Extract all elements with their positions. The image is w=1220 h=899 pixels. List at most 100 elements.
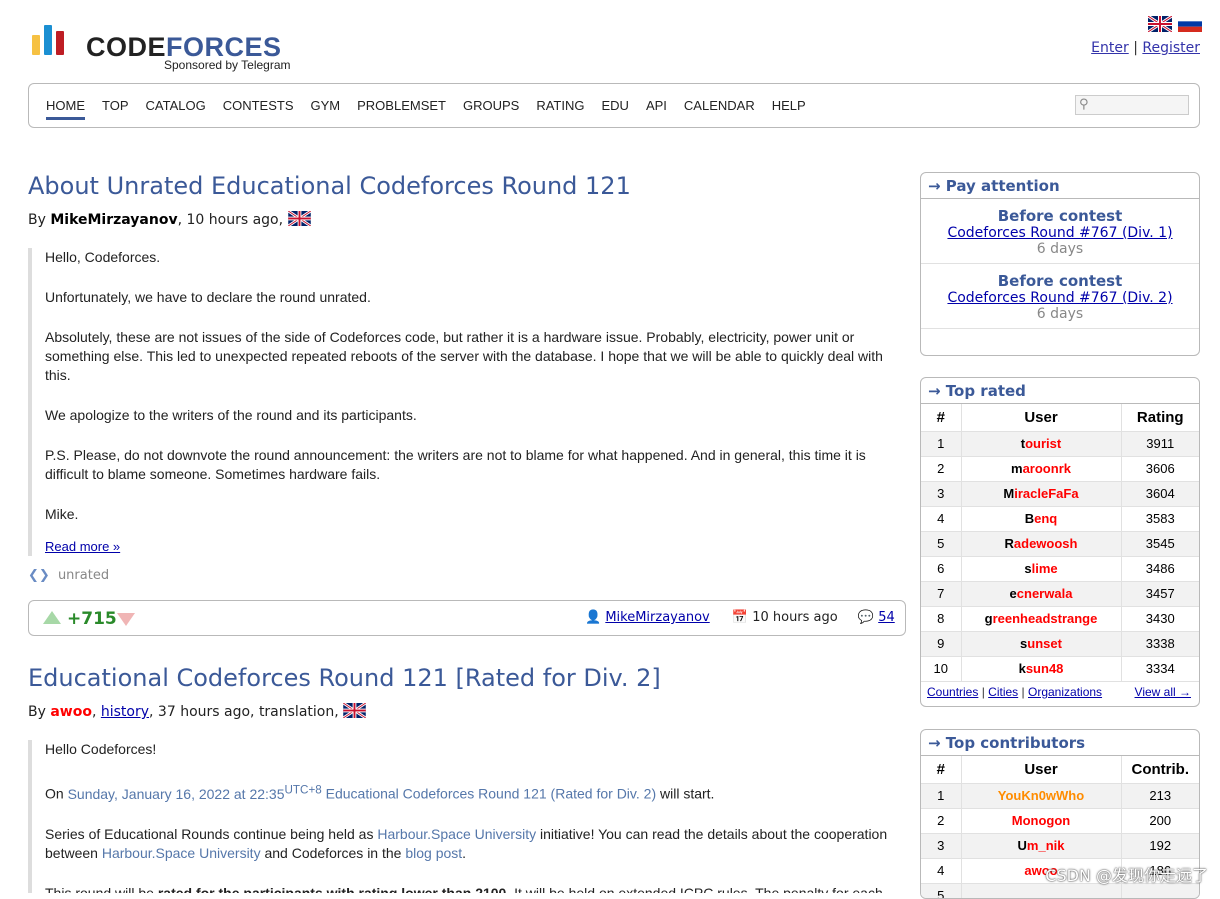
countdown-text: 6 days (1036, 241, 1084, 257)
comments-link[interactable]: 54 (878, 610, 895, 625)
tag-unrated[interactable]: unrated (58, 568, 109, 583)
column-header: # (921, 756, 962, 784)
table-row: 1 tourist 3911 (921, 431, 1199, 457)
table-row: 1 YouKn0wWho 213 (921, 783, 1199, 809)
harbour-space-link-2[interactable]: Harbour.Space University (102, 845, 261, 861)
top-rated-title: → Top rated (921, 378, 1199, 404)
top-rated-footer: Countries | Cities | Organizations View … (927, 684, 1191, 699)
logo-bars-icon (32, 25, 76, 55)
vote-score: +715 (67, 609, 117, 629)
menu-item-home[interactable]: HOME (46, 98, 85, 120)
pay-attention-box: → Pay attention Before contest Codeforce… (920, 172, 1200, 356)
post-paragraph: This round will be rated for the partici… (45, 884, 883, 893)
post-paragraph: P.S. Please, do not downvote the round a… (45, 447, 866, 482)
cities-link[interactable]: Cities (988, 685, 1018, 699)
organizations-link[interactable]: Organizations (1028, 685, 1102, 699)
menu-item-api[interactable]: API (646, 98, 667, 120)
countries-link[interactable]: Countries (927, 685, 978, 699)
table-row: 6 slime 3486 (921, 556, 1199, 582)
user-icon: 👤 (585, 610, 602, 625)
harbour-space-link[interactable]: Harbour.Space University (377, 826, 536, 842)
post-title[interactable]: Educational Codeforces Round 121 [Rated … (28, 664, 661, 692)
table-row: 5 Radewoosh 3545 (921, 531, 1199, 557)
post-byline: By awoo, history, 37 hours ago, translat… (28, 701, 367, 720)
post-author-link[interactable]: awoo (50, 704, 92, 720)
menu-item-groups[interactable]: GROUPS (463, 98, 519, 120)
main-menu: HOME TOP CATALOG CONTESTS GYM PROBLEMSET… (28, 83, 1200, 128)
user-link[interactable]: YouKn0wWho (961, 783, 1122, 809)
contest-link[interactable]: Codeforces Round #767 (Div. 2) (921, 290, 1199, 306)
top-rated-box: → Top rated # User Rating 1 tourist 3911 2… (920, 377, 1200, 707)
menu-item-gym[interactable]: GYM (311, 98, 341, 120)
table-row: 7 ecnerwala 3457 (921, 581, 1199, 607)
table-row: 4 Benq 3583 (921, 506, 1199, 532)
user-link[interactable]: Monogon (961, 808, 1122, 834)
footer-author-link[interactable]: MikeMirzayanov (605, 610, 709, 625)
history-link[interactable]: history (101, 704, 149, 720)
user-link[interactable]: sunset (961, 631, 1122, 657)
post-paragraph: Hello Codeforces! (45, 741, 157, 757)
downvote-icon[interactable] (117, 613, 135, 626)
contest-link[interactable]: Codeforces Round #767 (Div. 1) (921, 225, 1199, 241)
menu-item-edu[interactable]: EDU (601, 98, 628, 120)
attention-heading: Before contest (997, 272, 1123, 290)
post-content: Hello, Codeforces. Unfortunately, we hav… (28, 248, 898, 556)
menu-item-catalog[interactable]: CATALOG (146, 98, 206, 120)
column-header: Contrib. (1121, 756, 1199, 784)
table-header-row: # User Rating (921, 404, 1199, 432)
table-row: 8 greenheadstrange 3430 (921, 606, 1199, 632)
post-title[interactable]: About Unrated Educational Codeforces Rou… (28, 172, 631, 200)
user-link[interactable]: Radewoosh (961, 531, 1122, 557)
menu-item-contests[interactable]: CONTESTS (223, 98, 294, 120)
calendar-icon: 📅 (731, 610, 749, 625)
post-content: Hello Codeforces! On Sunday, January 16,… (28, 740, 898, 893)
enter-link[interactable]: Enter (1091, 40, 1129, 56)
blog-post-link[interactable]: blog post (405, 845, 462, 861)
auth-separator: | (1133, 40, 1138, 56)
user-link[interactable]: greenheadstrange (961, 606, 1122, 632)
user-link[interactable]: tourist (961, 431, 1122, 457)
tag-icon: ❮❯ (28, 568, 50, 583)
search-input[interactable]: ⚲ (1075, 95, 1189, 115)
menu-item-top[interactable]: TOP (102, 98, 129, 120)
comments-icon: 💬 (857, 610, 875, 625)
table-row: 9 sunset 3338 (921, 631, 1199, 657)
menu-item-rating[interactable]: RATING (536, 98, 584, 120)
table-row: 3 Um_nik 192 (921, 833, 1199, 859)
post-paragraph: On Sunday, January 16, 2022 at 22:35UTC+… (45, 783, 715, 802)
watermark-text: CSDN @发现你走远了 (1045, 866, 1208, 885)
menu-item-help[interactable]: HELP (772, 98, 806, 120)
user-link[interactable]: Benq (961, 506, 1122, 532)
search-icon: ⚲ (1079, 97, 1089, 112)
post-author-link[interactable]: MikeMirzayanov (50, 212, 177, 228)
user-link[interactable]: maroonrk (961, 456, 1122, 482)
contest-link[interactable]: Educational Codeforces Round 121 (Rated … (322, 786, 657, 802)
user-link[interactable]: slime (961, 556, 1122, 582)
register-link[interactable]: Register (1142, 40, 1200, 56)
codeforces-logo[interactable]: CODEFORCES Sponsored by Telegram (32, 25, 312, 73)
user-link[interactable]: Um_nik (961, 833, 1122, 859)
countdown-text: 6 days (1036, 306, 1084, 322)
menu-item-calendar[interactable]: CALENDAR (684, 98, 755, 120)
menu-item-problemset[interactable]: PROBLEMSET (357, 98, 446, 120)
column-header: Rating (1121, 404, 1199, 432)
pay-attention-title: → Pay attention (921, 173, 1199, 199)
post-meta: 👤 MikeMirzayanov 📅 10 hours ago 💬 54 (585, 610, 895, 625)
menu-items: HOME TOP CATALOG CONTESTS GYM PROBLEMSET… (46, 98, 806, 120)
table-header-row: # User Contrib. (921, 756, 1199, 784)
uk-flag-icon[interactable] (1148, 16, 1172, 32)
attention-item: Before contest Codeforces Round #767 (Di… (921, 264, 1199, 329)
uk-flag-icon (286, 209, 312, 228)
ru-flag-icon[interactable] (1178, 16, 1202, 32)
upvote-icon[interactable] (43, 611, 61, 624)
post-paragraph: Unfortunately, we have to declare the ro… (45, 289, 371, 305)
user-link[interactable]: MiracleFaFa (961, 481, 1122, 507)
post-paragraph: Hello, Codeforces. (45, 249, 161, 265)
column-header: User (961, 756, 1122, 784)
post-time: 10 hours ago (752, 610, 838, 625)
user-link[interactable]: ecnerwala (961, 581, 1122, 607)
user-link[interactable]: ksun48 (961, 656, 1122, 682)
view-all-link[interactable]: View all → (1135, 685, 1191, 699)
contest-time-link[interactable]: Sunday, January 16, 2022 at 22:35UTC+8 (68, 783, 322, 802)
read-more-link[interactable]: Read more » (45, 539, 120, 554)
